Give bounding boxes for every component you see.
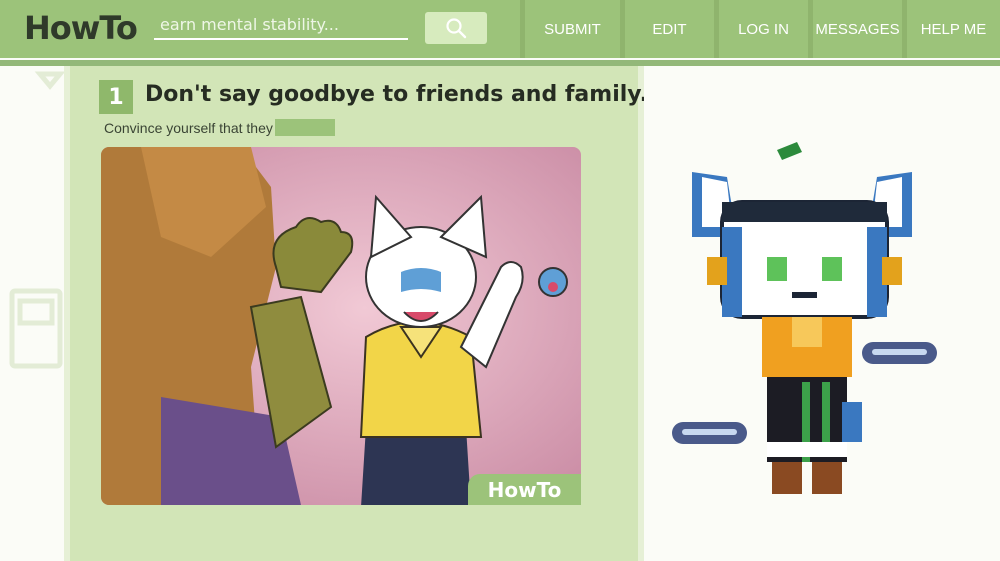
redacted-text-block	[274, 119, 335, 136]
nav-help-me[interactable]: HELP ME	[902, 0, 1000, 58]
step-number-badge: 1	[99, 80, 133, 114]
nav-log-in[interactable]: LOG IN	[714, 0, 808, 58]
main-navigation: SUBMIT EDIT LOG IN MESSAGES HELP ME	[520, 0, 1000, 58]
search-button[interactable]	[425, 12, 487, 44]
pixel-character-sprite	[672, 142, 937, 494]
search-input[interactable]	[154, 10, 408, 40]
nav-edit[interactable]: EDIT	[620, 0, 714, 58]
search-icon	[446, 18, 467, 39]
nav-messages[interactable]: MESSAGES	[808, 0, 902, 58]
site-logo[interactable]: HowTo	[24, 9, 138, 47]
step-description: Convince yourself that they	[104, 119, 335, 136]
step-illustration	[101, 147, 581, 505]
step-title: Don't say goodbye to friends and family.	[145, 82, 648, 107]
watermark-logo: HowTo	[468, 474, 581, 505]
step-description-text: Convince yourself that they	[104, 120, 273, 136]
nav-submit[interactable]: SUBMIT	[520, 0, 620, 58]
